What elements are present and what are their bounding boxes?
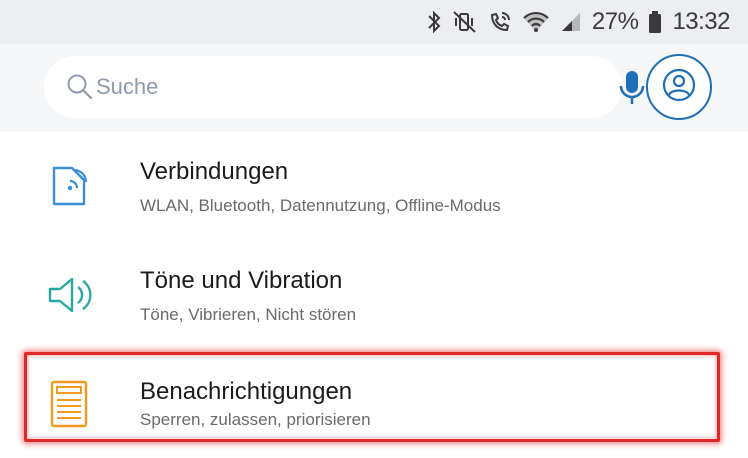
bluetooth-icon (426, 10, 442, 34)
speaker-icon (44, 269, 96, 321)
item-subtitle: Töne, Vibrieren, Nicht stören (140, 305, 357, 324)
wifi-icon (522, 10, 550, 34)
wifi-call-icon (488, 10, 512, 34)
search-input[interactable] (96, 56, 536, 118)
search-bar[interactable] (44, 56, 645, 118)
connections-icon (44, 160, 96, 212)
settings-item-sounds[interactable]: Töne und Vibration Töne, Vibrieren, Nich… (0, 241, 748, 349)
microphone-icon[interactable] (617, 70, 647, 106)
battery-icon (648, 10, 662, 34)
signal-icon (560, 11, 582, 33)
battery-percent: 27% (591, 8, 639, 35)
search-icon (66, 73, 94, 106)
item-title: Töne und Vibration (140, 267, 343, 294)
item-title: Verbindungen (140, 158, 289, 185)
clock: 13:32 (672, 8, 730, 35)
user-icon (662, 68, 696, 107)
settings-item-connections[interactable]: Verbindungen WLAN, Bluetooth, Datennutzu… (0, 132, 748, 240)
settings-header (0, 44, 748, 132)
highlight-frame (24, 352, 720, 442)
mute-vibrate-icon (452, 10, 478, 34)
status-bar: 27% 13:32 (0, 0, 748, 44)
profile-button[interactable] (646, 54, 712, 120)
item-subtitle: WLAN, Bluetooth, Datennutzung, Offline-M… (140, 196, 501, 215)
